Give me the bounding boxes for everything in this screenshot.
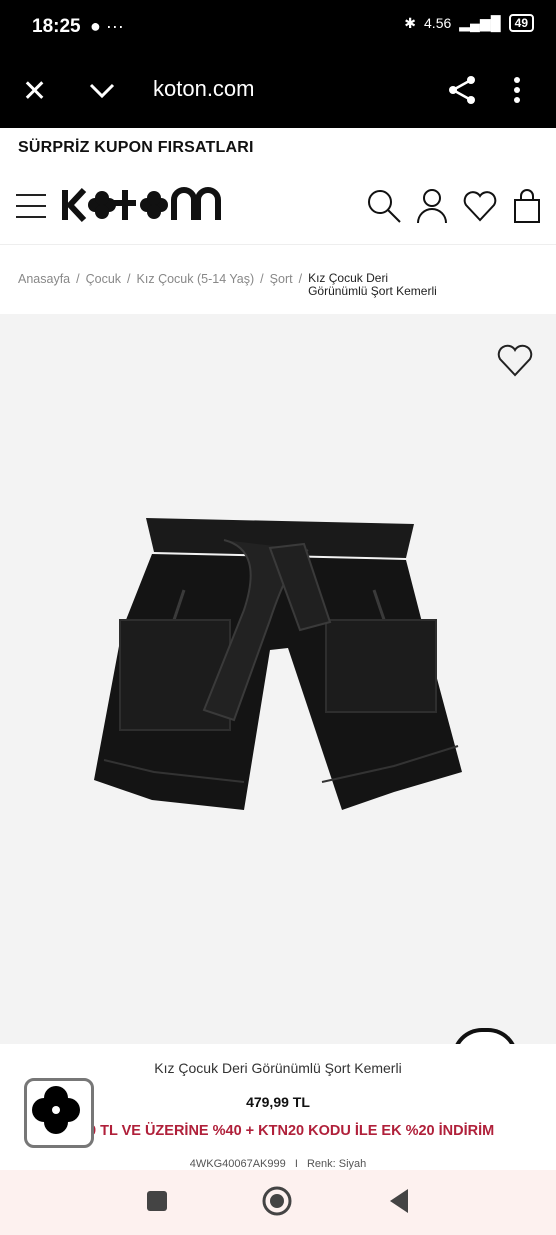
search-icon[interactable] — [366, 188, 402, 229]
koton-logo[interactable] — [62, 186, 224, 231]
bluetooth-icon: ✱ — [404, 14, 417, 31]
back-icon[interactable] — [388, 1188, 410, 1219]
notification-icons: ● ··· — [90, 16, 124, 37]
battery-icon: 49 — [508, 14, 534, 32]
product-image-area[interactable] — [0, 314, 556, 1062]
shopping-bag-icon[interactable] — [512, 188, 542, 229]
discount-banner: 0 TL VE ÜZERİNE %40 + KTN20 KODU İLE EK … — [88, 1123, 495, 1139]
chat-bubble-icon: ● — [90, 16, 101, 36]
signal-icon: ▂▄▆█ — [459, 14, 501, 31]
more-icon: ··· — [105, 16, 124, 36]
breadcrumb-sort[interactable]: Şort — [270, 272, 293, 286]
breadcrumb-cocuk[interactable]: Çocuk — [86, 272, 121, 286]
network-speed: 4.56 — [424, 15, 452, 31]
browser-toolbar: ✕ koton.com — [0, 56, 556, 128]
status-time: 18:25 — [32, 16, 81, 37]
product-name: Kız Çocuk Deri Görünümlü Şort Kemerli — [154, 1060, 402, 1076]
overflow-menu-icon[interactable] — [512, 74, 522, 115]
status-right: ✱ 4.56 ▂▄▆█ 49 — [404, 14, 534, 32]
koton-app-logo-icon[interactable] — [24, 1078, 94, 1148]
status-bar: 18:25 ● ··· ✱ 4.56 ▂▄▆█ 49 — [0, 0, 556, 56]
close-icon[interactable]: ✕ — [22, 74, 47, 110]
url-text[interactable]: koton.com — [153, 76, 255, 102]
hamburger-menu-icon[interactable] — [16, 194, 46, 227]
site-header — [0, 172, 556, 245]
recent-apps-icon[interactable] — [146, 1190, 168, 1217]
promo-banner[interactable]: SÜRPRİZ KUPON FIRSATLARI — [18, 139, 254, 157]
favorites-heart-icon[interactable] — [462, 188, 498, 229]
product-sku: 4WKG40067AK999 I Renk: Siyah — [189, 1158, 367, 1170]
breadcrumb-kiz-cocuk[interactable]: Kız Çocuk (5-14 Yaş) — [137, 272, 255, 286]
breadcrumb: Anasayfa / Çocuk / Kız Çocuk (5-14 Yaş) … — [18, 271, 437, 298]
product-image-shorts — [94, 518, 462, 810]
system-navigation-bar — [0, 1170, 556, 1235]
chevron-down-icon[interactable] — [88, 74, 116, 110]
breadcrumb-current: Kız Çocuk Deri Görünümlü Şort Kemerli — [308, 271, 437, 298]
add-to-favorites-heart-icon[interactable] — [496, 342, 534, 383]
user-icon[interactable] — [416, 188, 448, 229]
share-icon[interactable] — [446, 74, 478, 115]
breadcrumb-home[interactable]: Anasayfa — [18, 272, 70, 286]
home-icon[interactable] — [262, 1186, 292, 1221]
